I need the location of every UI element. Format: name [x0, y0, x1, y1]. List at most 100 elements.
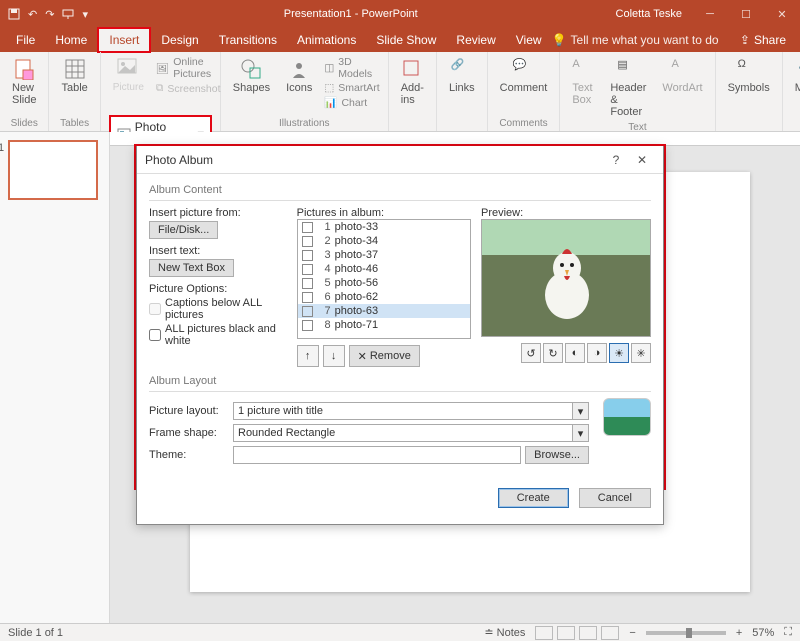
brightness-down-button[interactable]: ✳ — [631, 343, 651, 363]
tab-home[interactable]: Home — [45, 29, 97, 51]
normal-view-button[interactable] — [535, 626, 553, 640]
picture-list-row[interactable]: 3photo-37 — [298, 248, 470, 262]
new-slide-icon — [13, 58, 35, 80]
row-number: 8 — [317, 319, 331, 331]
tab-view[interactable]: View — [506, 29, 552, 51]
reading-view-button[interactable] — [579, 626, 597, 640]
new-slide-button[interactable]: New Slide — [8, 56, 40, 108]
frame-shape-combo[interactable]: Rounded Rectangle▾ — [233, 424, 589, 442]
undo-icon[interactable]: ↶ — [28, 8, 37, 21]
picture-layout-combo[interactable]: 1 picture with title▾ — [233, 402, 589, 420]
move-down-button[interactable]: ↓ — [323, 345, 345, 367]
picture-list-row[interactable]: 4photo-46 — [298, 262, 470, 276]
links-button[interactable]: 🔗Links — [445, 56, 479, 96]
picture-list-row[interactable]: 7photo-63 — [298, 304, 470, 318]
zoom-in-button[interactable]: + — [736, 627, 742, 639]
picture-list-row[interactable]: 5photo-56 — [298, 276, 470, 290]
qat-more-icon[interactable]: ▾ — [82, 8, 88, 21]
symbols-button[interactable]: ΩSymbols — [724, 56, 774, 96]
help-button[interactable]: ? — [603, 147, 629, 173]
bw-checkbox[interactable]: ALL pictures black and white — [149, 323, 287, 347]
close-icon[interactable]: ✕ — [764, 0, 800, 28]
file-disk-button[interactable]: File/Disk... — [149, 221, 218, 239]
startshow-icon[interactable] — [62, 8, 74, 20]
tab-animations[interactable]: Animations — [287, 29, 366, 51]
row-checkbox[interactable] — [302, 292, 313, 303]
row-number: 3 — [317, 249, 331, 261]
save-icon[interactable] — [8, 8, 20, 20]
row-checkbox[interactable] — [302, 306, 313, 317]
row-checkbox[interactable] — [302, 222, 313, 233]
table-icon — [64, 58, 86, 80]
user-name[interactable]: Coletta Teske — [606, 8, 692, 20]
captions-label: Captions below ALL pictures — [165, 297, 287, 321]
screenshot-button[interactable]: ⧉Screenshot — [156, 82, 221, 95]
contrast-up-button[interactable]: ◐ — [565, 343, 585, 363]
tab-file[interactable]: File — [6, 29, 45, 51]
frame-shape-label: Frame shape: — [149, 427, 229, 439]
tell-me[interactable]: 💡Tell me what you want to do — [552, 33, 719, 47]
redo-icon[interactable]: ↷ — [45, 8, 54, 21]
zoom-out-button[interactable]: − — [629, 627, 635, 639]
remove-button[interactable]: ✕ Remove — [349, 345, 420, 367]
move-up-button[interactable]: ↑ — [297, 345, 319, 367]
cancel-button[interactable]: Cancel — [579, 488, 651, 508]
tab-slideshow[interactable]: Slide Show — [366, 29, 446, 51]
share-button[interactable]: ⇪ Share — [732, 33, 794, 47]
picture-list-row[interactable]: 1photo-33 — [298, 220, 470, 234]
create-button[interactable]: Create — [498, 488, 569, 508]
slide-thumbnail[interactable]: 1 — [8, 140, 98, 200]
minimize-icon[interactable]: ─ — [692, 0, 728, 28]
fit-to-window-button[interactable]: ⛶ — [784, 626, 792, 639]
tab-design[interactable]: Design — [151, 29, 208, 51]
pictures-listbox[interactable]: 1photo-332photo-343photo-374photo-465pho… — [297, 219, 471, 339]
wordart-button[interactable]: AWordArt — [658, 56, 706, 96]
picture-list-row[interactable]: 6photo-62 — [298, 290, 470, 304]
ribbon: New Slide Slides Table Tables Picture 🖼O… — [0, 52, 800, 132]
addins-icon — [401, 58, 423, 80]
brightness-up-button[interactable]: ☀ — [609, 343, 629, 363]
thumb-number: 1 — [0, 142, 4, 154]
icons-button[interactable]: Icons — [282, 56, 316, 96]
chart-button[interactable]: 📊Chart — [324, 96, 379, 109]
row-checkbox[interactable] — [302, 278, 313, 289]
share-icon: ⇪ — [740, 33, 750, 47]
shapes-icon — [240, 58, 262, 80]
row-checkbox[interactable] — [302, 264, 313, 275]
share-label: Share — [754, 33, 786, 47]
contrast-down-button[interactable]: ◑ — [587, 343, 607, 363]
3d-models-button[interactable]: ◫3D Models — [324, 56, 379, 80]
row-checkbox[interactable] — [302, 250, 313, 261]
row-checkbox[interactable] — [302, 320, 313, 331]
comment-button[interactable]: 💬Comment — [496, 56, 552, 96]
new-text-box-button[interactable]: New Text Box — [149, 259, 234, 277]
sorter-view-button[interactable] — [557, 626, 575, 640]
tab-insert[interactable]: Insert — [97, 27, 151, 53]
pictures-button[interactable]: Picture — [109, 56, 148, 95]
notes-button[interactable]: ≐ Notes — [484, 626, 525, 639]
rotate-left-button[interactable]: ↺ — [521, 343, 541, 363]
tab-review[interactable]: Review — [446, 29, 505, 51]
comment-icon: 💬 — [513, 58, 535, 80]
row-number: 5 — [317, 277, 331, 289]
online-pictures-button[interactable]: 🖼Online Pictures — [156, 56, 221, 80]
browse-button[interactable]: Browse... — [525, 446, 589, 464]
rotate-right-button[interactable]: ↻ — [543, 343, 563, 363]
maximize-icon[interactable]: ☐ — [728, 0, 764, 28]
captions-checkbox[interactable]: Captions below ALL pictures — [149, 297, 287, 321]
slideshow-view-button[interactable] — [601, 626, 619, 640]
picture-list-row[interactable]: 8photo-71 — [298, 318, 470, 332]
textbox-button[interactable]: AText Box — [568, 56, 598, 108]
smartart-button[interactable]: ⬚SmartArt — [324, 82, 379, 94]
header-footer-button[interactable]: ▤Header & Footer — [606, 56, 650, 120]
media-button[interactable]: 🔊Media — [791, 56, 800, 96]
theme-input[interactable] — [233, 446, 521, 464]
dialog-close-button[interactable]: ✕ — [629, 147, 655, 173]
addins-button[interactable]: Add-ins — [397, 56, 428, 108]
zoom-slider[interactable] — [646, 631, 726, 635]
tab-transitions[interactable]: Transitions — [209, 29, 287, 51]
table-button[interactable]: Table — [57, 56, 91, 96]
shapes-button[interactable]: Shapes — [229, 56, 274, 96]
row-checkbox[interactable] — [302, 236, 313, 247]
picture-list-row[interactable]: 2photo-34 — [298, 234, 470, 248]
